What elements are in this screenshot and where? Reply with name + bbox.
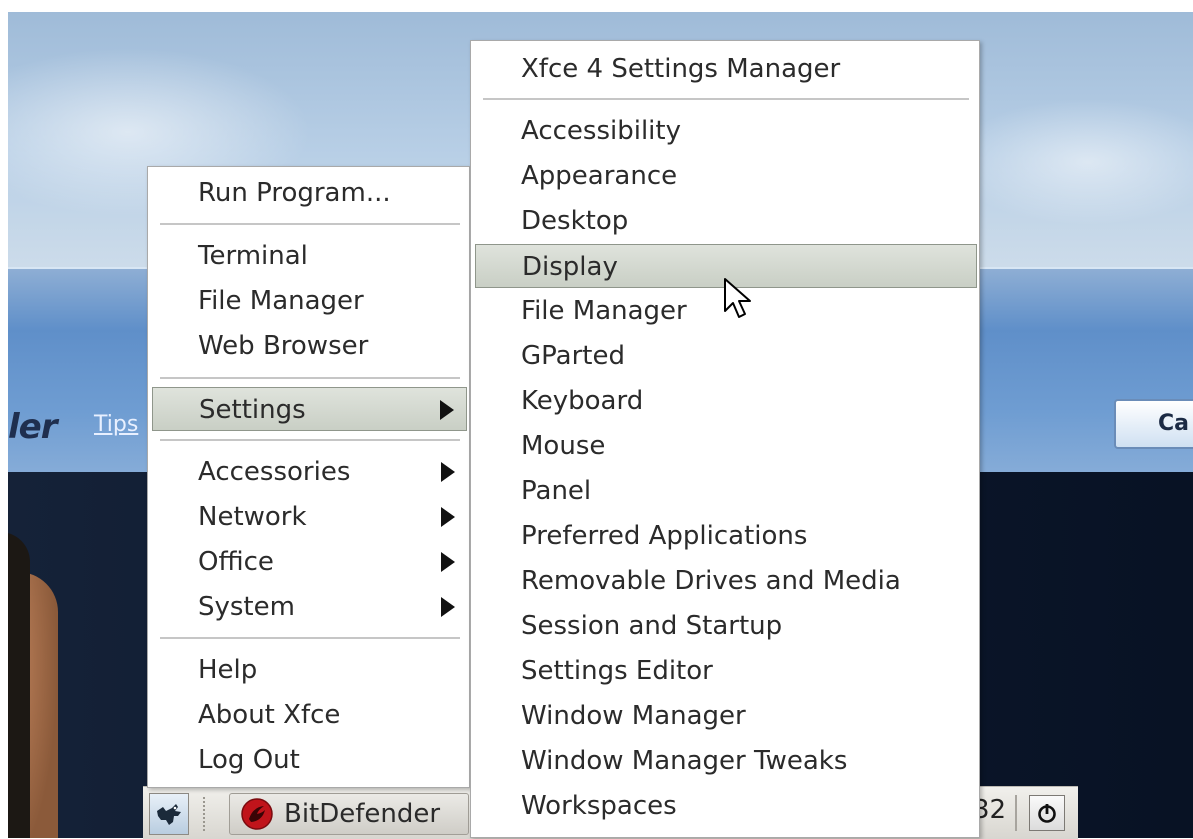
xfce-menu-button[interactable] — [149, 793, 189, 835]
menu-item-help[interactable]: Help — [152, 648, 467, 692]
cancel-button[interactable]: Ca — [1114, 399, 1193, 449]
panel-grip[interactable] — [203, 797, 211, 831]
menu-item-label: Accessories — [198, 457, 351, 487]
bitdefender-icon — [241, 798, 273, 830]
submenu-arrow-icon — [441, 597, 455, 617]
menu-item-label: Window Manager Tweaks — [521, 746, 848, 776]
menu-item-label: File Manager — [521, 296, 687, 326]
menu-item-desktop[interactable]: Desktop — [475, 199, 977, 243]
menu-item-label: Keyboard — [521, 386, 644, 416]
taskbar-item-label: BitDefender — [284, 799, 441, 829]
mouse-cursor-icon — [724, 278, 751, 318]
menu-item-label: Log Out — [198, 745, 300, 775]
menu-item-log-out[interactable]: Log Out — [152, 738, 467, 782]
menu-item-label: Terminal — [198, 241, 308, 271]
menu-item-mouse[interactable]: Mouse — [475, 424, 977, 468]
menu-item-label: System — [198, 592, 295, 622]
menu-separator — [160, 377, 460, 379]
menu-separator — [483, 98, 969, 100]
menu-item-appearance[interactable]: Appearance — [475, 154, 977, 198]
menu-item-about-xfce[interactable]: About Xfce — [152, 693, 467, 737]
menu-item-accessories[interactable]: Accessories — [152, 450, 467, 494]
submenu-arrow-icon — [441, 552, 455, 572]
menu-item-window-manager-tweaks[interactable]: Window Manager Tweaks — [475, 739, 977, 783]
menu-item-label: Network — [198, 502, 307, 532]
menu-item-network[interactable]: Network — [152, 495, 467, 539]
menu-item-workspaces[interactable]: Workspaces — [475, 784, 977, 828]
menu-item-removable-drives[interactable]: Removable Drives and Media — [475, 559, 977, 603]
menu-item-label: About Xfce — [198, 700, 341, 730]
menu-item-label: Panel — [521, 476, 592, 506]
menu-item-label: Display — [522, 252, 618, 282]
menu-item-label: Desktop — [521, 206, 629, 236]
xfce-mouse-icon — [157, 804, 181, 825]
menu-item-label: Session and Startup — [521, 611, 783, 641]
menu-item-run-program[interactable]: Run Program... — [152, 171, 467, 215]
menu-item-label: Xfce 4 Settings Manager — [521, 54, 841, 84]
person-shirt — [8, 532, 30, 838]
menu-item-label: Help — [198, 655, 258, 685]
menu-item-panel[interactable]: Panel — [475, 469, 977, 513]
submenu-arrow-icon — [440, 400, 454, 420]
menu-separator — [160, 637, 460, 639]
menu-item-label: Appearance — [521, 161, 678, 191]
menu-item-session-startup[interactable]: Session and Startup — [475, 604, 977, 648]
menu-item-label: Settings Editor — [521, 656, 713, 686]
xfce-main-menu: Run Program... Terminal File Manager Web… — [147, 166, 470, 788]
settings-submenu: Xfce 4 Settings Manager Accessibility Ap… — [470, 40, 980, 838]
menu-item-label: Preferred Applications — [521, 521, 808, 551]
menu-item-label: Window Manager — [521, 701, 746, 731]
power-icon — [1038, 804, 1056, 823]
menu-item-accessibility[interactable]: Accessibility — [475, 109, 977, 153]
menu-separator — [160, 439, 460, 441]
menu-item-file-manager[interactable]: File Manager — [152, 279, 467, 323]
menu-item-label: Office — [198, 547, 274, 577]
menu-item-web-browser[interactable]: Web Browser — [152, 324, 467, 368]
menu-item-label: Run Program... — [198, 178, 391, 208]
menu-item-label: Removable Drives and Media — [521, 566, 901, 596]
menu-item-system[interactable]: System — [152, 585, 467, 629]
power-button[interactable] — [1029, 795, 1065, 831]
menu-item-label: Web Browser — [198, 331, 369, 361]
menu-item-label: Workspaces — [521, 791, 677, 821]
tips-link[interactable]: Tips — [94, 412, 138, 437]
menu-item-label: File Manager — [198, 286, 364, 316]
menu-item-label: Accessibility — [521, 116, 681, 146]
menu-item-label: GParted — [521, 341, 625, 371]
menu-item-settings-manager[interactable]: Xfce 4 Settings Manager — [475, 47, 977, 91]
menu-item-label: Settings — [199, 395, 306, 425]
submenu-arrow-icon — [441, 462, 455, 482]
menu-item-settings[interactable]: Settings — [152, 387, 467, 431]
menu-item-settings-editor[interactable]: Settings Editor — [475, 649, 977, 693]
menu-item-window-manager[interactable]: Window Manager — [475, 694, 977, 738]
submenu-arrow-icon — [441, 507, 455, 527]
menu-item-gparted[interactable]: GParted — [475, 334, 977, 378]
taskbar-item-bitdefender[interactable]: BitDefender — [229, 793, 469, 835]
menu-item-preferred-applications[interactable]: Preferred Applications — [475, 514, 977, 558]
panel-separator — [1015, 795, 1017, 831]
menu-item-office[interactable]: Office — [152, 540, 467, 584]
menu-separator — [160, 223, 460, 225]
menu-item-label: Mouse — [521, 431, 606, 461]
menu-item-terminal[interactable]: Terminal — [152, 234, 467, 278]
bitdefender-logo-fragment: ler — [8, 407, 57, 447]
menu-item-keyboard[interactable]: Keyboard — [475, 379, 977, 423]
